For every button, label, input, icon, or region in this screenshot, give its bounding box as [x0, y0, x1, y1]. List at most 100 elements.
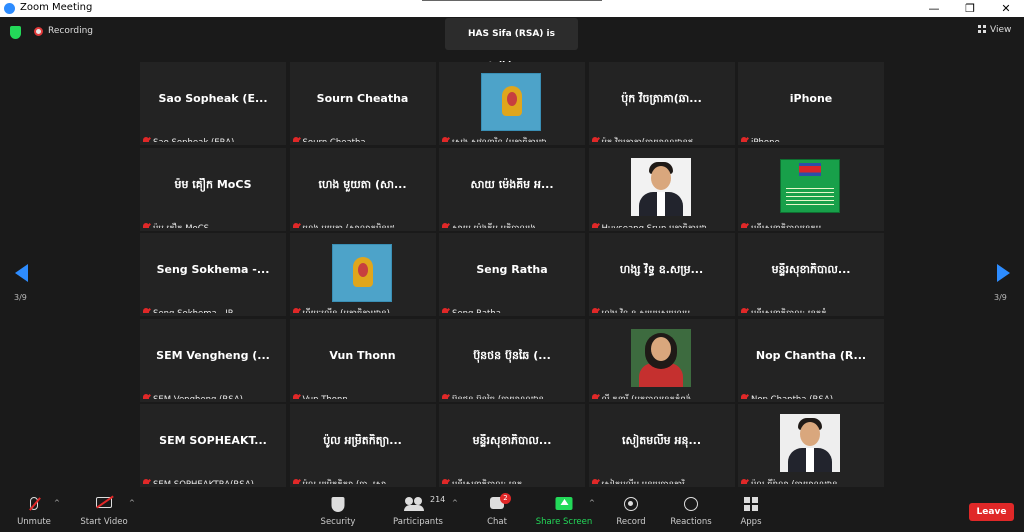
apps-button[interactable]: Apps	[736, 489, 766, 532]
muted-mic-icon	[741, 222, 747, 228]
participant-tile[interactable]: Seng Ratha Seng Ratha	[439, 233, 585, 316]
participant-name: SEM Vengheng (RSA)	[153, 395, 243, 399]
muted-mic-icon	[442, 308, 448, 313]
participant-tile[interactable]: មន្ទីរសុខាភិបាល... មន្ទីរសុខាភិបាល: ខេត្ត…	[738, 233, 884, 316]
restore-button[interactable]: ❐	[952, 0, 988, 17]
participant-display-name: មន្ទីរសុខាភិបាល...	[771, 263, 851, 276]
muted-mic-icon	[143, 222, 149, 228]
participant-name-bar: សេង សុវណ្ណារិទ្ធ (អគ្គាធិការដ្ឋា...	[442, 130, 582, 142]
reactions-label: Reactions	[670, 517, 712, 527]
muted-mic-icon	[591, 222, 598, 228]
muted-mic-icon	[292, 393, 299, 399]
participant-tile[interactable]: ហ៊ីយៈលើន (អគ្គាធិការដ្ឋាន)	[289, 233, 436, 316]
participant-name: Sao Sopheak (ERA)	[153, 138, 234, 142]
participant-tile[interactable]: លី គន្ធារី (អ្នកបាលខេត្តកំពង់...	[588, 318, 735, 402]
participant-name-bar: Sao Sopheak (ERA)	[143, 130, 283, 142]
participant-name-bar: Nop Chantha (RSA)	[741, 387, 881, 399]
view-button[interactable]: View	[978, 25, 1011, 35]
security-shield-icon	[331, 497, 345, 512]
muted-mic-icon	[292, 222, 299, 228]
participant-name-bar: មន្ទីរសុខាភិបាលខេត្តប...	[741, 216, 881, 228]
participant-name: Sourn Cheatha	[303, 138, 366, 142]
participant-name: មន្ទីរសុខាភិបាល: ខេត្តកំ...	[751, 309, 835, 313]
muted-mic-icon	[442, 137, 448, 142]
video-options-caret[interactable]: ^	[129, 499, 135, 507]
share-screen-icon	[555, 497, 573, 510]
participant-name: Seng Sokhema - IR	[153, 309, 234, 313]
participant-tile[interactable]: ប៉ូល អម្រិតកិត្យា... ប៉ូល អម្រិតកិត្យា (ឆ…	[289, 404, 436, 487]
share-options-caret[interactable]: ^	[589, 499, 595, 507]
participant-name: ម៉ម គឿក MoCS	[153, 224, 209, 228]
participant-name-bar: SEM SOPHEAKTRA(RSA)	[143, 472, 283, 484]
leave-meeting-button[interactable]: Leave	[969, 503, 1014, 521]
participant-name-bar: សៀតមលីម អនុប្រធានការិ...	[591, 472, 732, 484]
participant-name: ប៉ុក វិចត្រាភា(ឆាយាណដ្ឋានឥ...	[602, 138, 702, 142]
participant-display-name: Sao Sopheak (E...	[158, 92, 268, 105]
participant-tile[interactable]: ហង្ស វិទ្ធ ឧ.សម្រ... ហង្ស វិទ្ធ ឧ.សម្របសម…	[588, 233, 735, 316]
focus-indicator	[422, 0, 602, 1]
muted-mic-icon	[143, 393, 149, 399]
participants-options-caret[interactable]: ^	[452, 499, 458, 507]
participant-tile[interactable]: មន្ទីរសុខាភិបាល... មន្ទីរសុខាភិបាល: ខេត្ត…	[439, 404, 585, 487]
reactions-button[interactable]: Reactions	[668, 489, 714, 532]
next-page-arrow-icon[interactable]	[997, 264, 1010, 282]
participant-tile[interactable]: SEM SOPHEAKT... SEM SOPHEAKTRA(RSA)	[140, 404, 286, 487]
participant-tile[interactable]: Nop Chantha (R... Nop Chantha (RSA)	[738, 318, 884, 402]
participant-name-bar: iPhone	[741, 130, 881, 142]
participant-tile[interactable]: ប៊ុនថន ប៊ុនឆៃ (... ប៊ុនថន ប៊ុនឆៃ (ឆាយាណដ្…	[439, 318, 585, 402]
minimize-button[interactable]: —	[916, 0, 952, 17]
unmute-button[interactable]: Unmute	[12, 489, 56, 532]
participant-display-name: Vun Thonn	[329, 348, 396, 362]
participant-name-bar: ប៉ុក វិចត្រាភា(ឆាយាណដ្ឋានឥ...	[591, 130, 732, 142]
muted-mic-icon	[143, 308, 149, 313]
participant-tile[interactable]: Huyseang Srun អគ្គាធិការដ្ឋា...	[588, 147, 735, 231]
participant-tile[interactable]: Sao Sopheak (E... Sao Sopheak (ERA)	[140, 62, 286, 145]
participant-name-bar: ហេង មួយតា (សាលាភូមិន្ទរដ្ឋ...	[292, 216, 433, 228]
muted-mic-icon	[442, 479, 448, 484]
participants-label: Participants	[393, 517, 443, 527]
participant-display-name: ហេង មួយតា (សា...	[318, 177, 407, 191]
participant-name: ហ៊ីយៈលើន (អគ្គាធិការដ្ឋាន)	[303, 309, 390, 313]
security-button[interactable]: Security	[318, 489, 358, 532]
window-title: Zoom Meeting	[20, 2, 93, 13]
muted-mic-icon	[591, 137, 598, 142]
participant-name-bar: មន្ទីរសុខាភិបាល: ខេត្ត...	[442, 472, 582, 484]
chat-unread-badge: 2	[500, 493, 511, 504]
participant-name-bar: Vun Thonn	[292, 387, 433, 399]
participant-display-name: ម៉ម គឿក MoCS	[174, 177, 252, 191]
chat-label: Chat	[487, 517, 507, 527]
participant-tile[interactable]: ប៉ុក វិចត្រាភា(ឆា... ប៉ុក វិចត្រាភា(ឆាយាណ…	[588, 62, 735, 145]
previous-page-arrow-icon[interactable]	[15, 264, 28, 282]
participant-tile[interactable]: Sourn Cheatha Sourn Cheatha	[289, 62, 436, 145]
participant-tile[interactable]: iPhone iPhone	[738, 62, 884, 145]
muted-mic-icon	[292, 137, 299, 142]
muted-mic-icon	[442, 393, 448, 399]
participant-tile[interactable]: Vun Thonn Vun Thonn	[289, 318, 436, 402]
participant-tile[interactable]: ប៉ូល ធីរ៉ាល្លា (ឆាយាណដ្ឋាន...	[738, 404, 884, 487]
audio-options-caret[interactable]: ^	[54, 499, 60, 507]
muted-mic-icon	[591, 308, 598, 313]
muted-mic-icon	[143, 137, 149, 142]
close-button[interactable]: ✕	[988, 0, 1024, 17]
participant-name: SEM SOPHEAKTRA(RSA)	[153, 480, 254, 484]
apps-label: Apps	[740, 517, 762, 527]
encryption-shield-icon[interactable]	[10, 26, 21, 39]
participant-tile[interactable]: ហេង មួយតា (សា... ហេង មួយតា (សាលាភូមិន្ទរដ…	[289, 147, 436, 231]
participant-name: Nop Chantha (RSA)	[751, 395, 833, 399]
participant-tile[interactable]: មន្ទីរសុខាភិបាលខេត្តប...	[738, 147, 884, 231]
chat-button[interactable]: 2 Chat	[480, 489, 514, 532]
participant-tile[interactable]: សេង សុវណ្ណារិទ្ធ (អគ្គាធិការដ្ឋា...	[439, 62, 585, 145]
participant-tile[interactable]: SEM Vengheng (... SEM Vengheng (RSA)	[140, 318, 286, 402]
active-speaker-banner: HAS Sifa (RSA) is talking...	[445, 18, 578, 71]
participant-tile[interactable]: Seng Sokhema -... Seng Sokhema - IR	[140, 233, 286, 316]
start-video-button[interactable]: Start Video	[78, 489, 130, 532]
participant-tile[interactable]: សៀតមលីម អនុ... សៀតមលីម អនុប្រធានការិ...	[588, 404, 735, 487]
participant-name-bar: SEM Vengheng (RSA)	[143, 387, 283, 399]
participant-tile[interactable]: ម៉ម គឿក MoCS ម៉ម គឿក MoCS	[140, 147, 286, 231]
participants-button[interactable]: 214 Participants	[390, 489, 446, 532]
record-button[interactable]: Record	[612, 489, 650, 532]
participant-display-name: SEM Vengheng (...	[156, 348, 270, 362]
share-screen-button[interactable]: Share Screen	[534, 489, 594, 532]
participant-tile[interactable]: សាយ ម៉េងគីម អ... សាយ ម៉េងគីម អភិបាលរង...	[439, 147, 585, 231]
grid-view-icon	[978, 25, 986, 33]
